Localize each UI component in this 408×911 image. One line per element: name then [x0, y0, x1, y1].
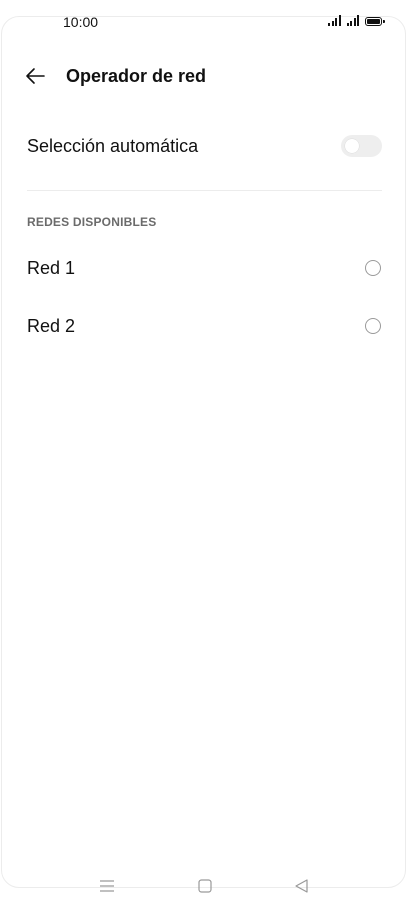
radio-button-icon[interactable]: [365, 260, 381, 276]
header: Operador de red: [24, 62, 206, 90]
menu-icon[interactable]: [98, 876, 116, 896]
page-title: Operador de red: [66, 65, 207, 86]
battery-icon: [365, 17, 385, 26]
navigation-bar: [0, 876, 408, 898]
network-item-red-1[interactable]: Red 1: [27, 252, 382, 284]
section-header-available-networks: REDES DISPONIBLES: [27, 215, 157, 229]
screen: 10:00 Operador de red Selección automáti…: [0, 0, 408, 911]
signal-icon: [346, 15, 359, 26]
auto-selection-row[interactable]: Selección automática: [27, 128, 382, 164]
signal-icon: [328, 15, 341, 26]
status-icons: [328, 15, 385, 26]
divider: [27, 190, 382, 191]
back-arrow-icon[interactable]: [24, 65, 46, 87]
radio-button-icon[interactable]: [365, 318, 381, 334]
network-label: Red 2: [27, 315, 76, 336]
home-icon[interactable]: [196, 876, 214, 896]
back-icon[interactable]: [293, 876, 311, 896]
auto-selection-label: Selección automática: [27, 135, 199, 156]
toggle-knob: [345, 139, 359, 153]
network-label: Red 1: [27, 257, 76, 278]
status-time: 10:00: [63, 14, 99, 30]
auto-selection-toggle[interactable]: [341, 135, 382, 157]
network-item-red-2[interactable]: Red 2: [27, 310, 382, 342]
